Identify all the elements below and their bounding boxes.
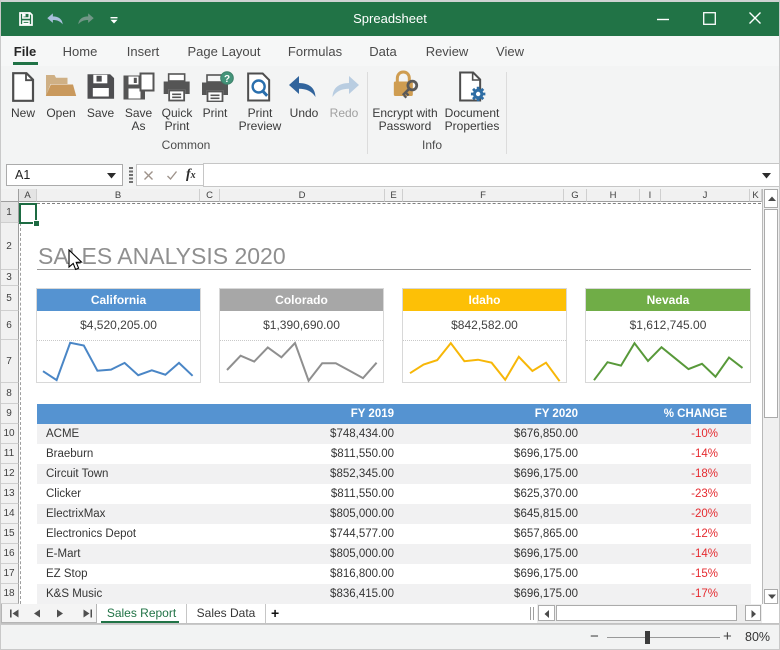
- svg-text:?: ?: [224, 74, 230, 85]
